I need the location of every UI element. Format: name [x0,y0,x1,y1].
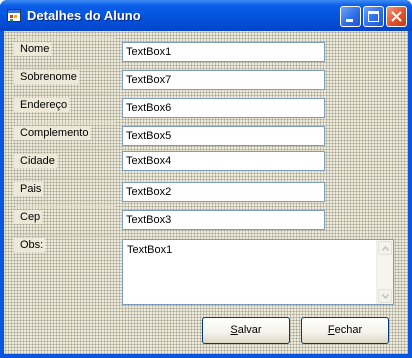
window: Detalhes do Aluno Nome Sobrenome Endereç… [0,0,412,358]
title-bar[interactable]: Detalhes do Aluno [0,0,412,31]
minimize-button[interactable] [340,6,361,27]
sobrenome-input[interactable]: TextBox7 [122,70,325,90]
nome-input[interactable]: TextBox1 [122,42,325,62]
maximize-button[interactable] [363,6,384,27]
label-cep: Cep [14,210,43,224]
close-label: echar [334,324,363,336]
chevron-up-icon [382,246,389,251]
label-endereco: Endereço [14,98,70,112]
label-cidade: Cidade [14,154,57,168]
close-form-button[interactable]: Fechar [301,317,389,344]
obs-scrollbar[interactable] [376,240,393,304]
maximize-icon [368,11,379,22]
app-form-icon[interactable] [7,9,21,22]
save-button[interactable]: Salvar [202,317,290,344]
scroll-down-button[interactable] [378,289,392,303]
close-button[interactable] [386,6,407,27]
minimize-icon [346,19,353,22]
window-title: Detalhes do Aluno [27,8,141,23]
label-obs: Obs: [14,238,46,252]
close-icon [391,11,402,22]
close-accel-key: F [327,324,335,336]
endereco-input[interactable]: TextBox6 [122,98,325,118]
complemento-input[interactable]: TextBox5 [122,126,325,146]
obs-text: TextBox1 [127,244,173,256]
form-client-area: Nome Sobrenome Endereço Complemento Cida… [4,31,408,354]
label-nome: Nome [14,42,52,56]
label-sobrenome: Sobrenome [14,70,79,84]
label-pais: Pais [14,182,44,196]
label-complemento: Complemento [14,126,91,140]
pais-input[interactable]: TextBox2 [122,182,325,202]
obs-textarea[interactable]: TextBox1 [122,239,394,305]
scroll-up-button[interactable] [378,241,392,255]
chevron-down-icon [382,294,389,299]
cep-input[interactable]: TextBox3 [122,210,325,230]
save-label: alvar [237,324,262,336]
save-accel-key: S [230,324,238,336]
cidade-input[interactable]: TextBox4 [122,151,325,171]
